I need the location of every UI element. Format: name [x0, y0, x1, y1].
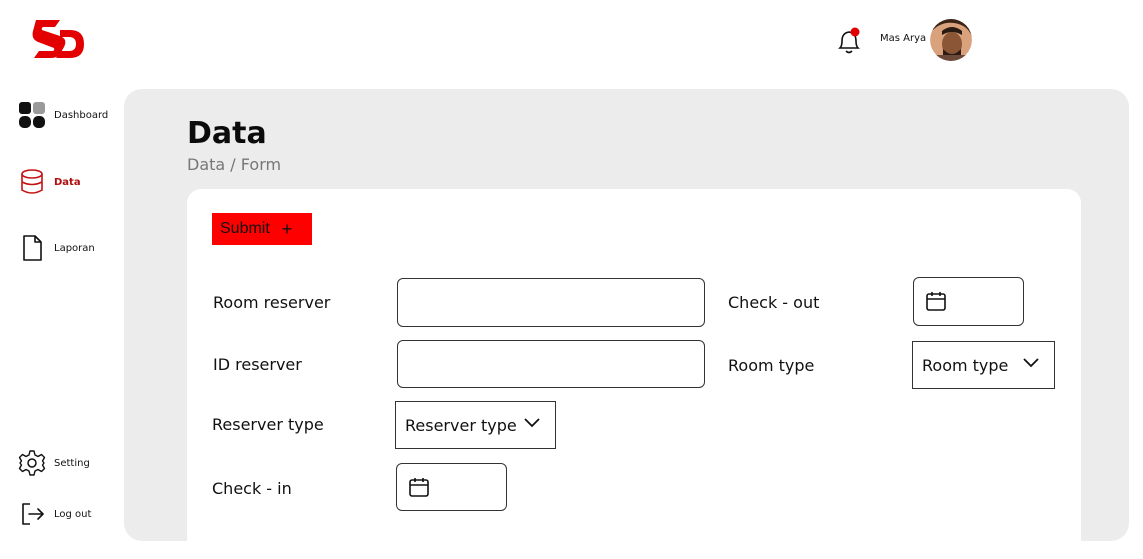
database-icon	[18, 168, 46, 196]
id-reserver-input[interactable]	[397, 340, 705, 388]
notification-bell-icon[interactable]	[835, 26, 863, 56]
page-title: Data	[187, 116, 267, 151]
room-type-value: Room type	[922, 355, 1009, 375]
sidebar-item-laporan[interactable]: Laporan	[18, 234, 95, 262]
reserver-type-value: Reserver type	[405, 415, 517, 435]
breadcrumb[interactable]: Data / Form	[187, 155, 281, 174]
gear-icon	[18, 449, 46, 477]
check-in-label: Check - in	[212, 479, 292, 498]
room-type-label: Room type	[728, 356, 815, 375]
sidebar-item-label: Data	[54, 176, 81, 188]
user-name[interactable]: Mas Arya	[880, 33, 926, 44]
chevron-down-icon	[1023, 358, 1039, 368]
sidebar-item-label: Setting	[54, 457, 90, 469]
sidebar-item-label: Dashboard	[54, 109, 109, 121]
id-reserver-label: ID reserver	[213, 355, 302, 374]
avatar[interactable]	[930, 19, 972, 61]
sidebar-item-setting[interactable]: Setting	[18, 449, 90, 477]
reserver-type-label: Reserver type	[212, 415, 324, 434]
plus-icon: +	[281, 218, 293, 239]
dashboard-grid-icon	[18, 101, 46, 129]
sidebar-item-dashboard[interactable]: Dashboard	[18, 101, 108, 129]
calendar-icon	[409, 478, 429, 497]
check-out-date-input[interactable]	[913, 277, 1024, 326]
calendar-icon	[926, 292, 946, 311]
room-type-select[interactable]: Room type	[912, 341, 1055, 389]
sidebar-item-logout[interactable]: Log out	[18, 500, 91, 528]
room-reserver-input[interactable]	[397, 278, 705, 327]
submit-label: Submit	[220, 220, 270, 237]
submit-button[interactable]: Submit +	[212, 213, 312, 245]
sidebar-item-data[interactable]: Data	[18, 168, 81, 196]
check-out-label: Check - out	[728, 293, 820, 312]
sidebar-item-label: Log out	[54, 508, 92, 520]
check-in-date-input[interactable]	[396, 463, 507, 511]
document-icon	[18, 234, 46, 262]
sidebar-item-label: Laporan	[54, 242, 95, 254]
logout-icon	[18, 500, 46, 528]
brand-logo	[32, 20, 84, 58]
reserver-type-select[interactable]: Reserver type	[395, 401, 556, 449]
chevron-down-icon	[524, 418, 540, 428]
room-reserver-label: Room reserver	[213, 293, 331, 312]
